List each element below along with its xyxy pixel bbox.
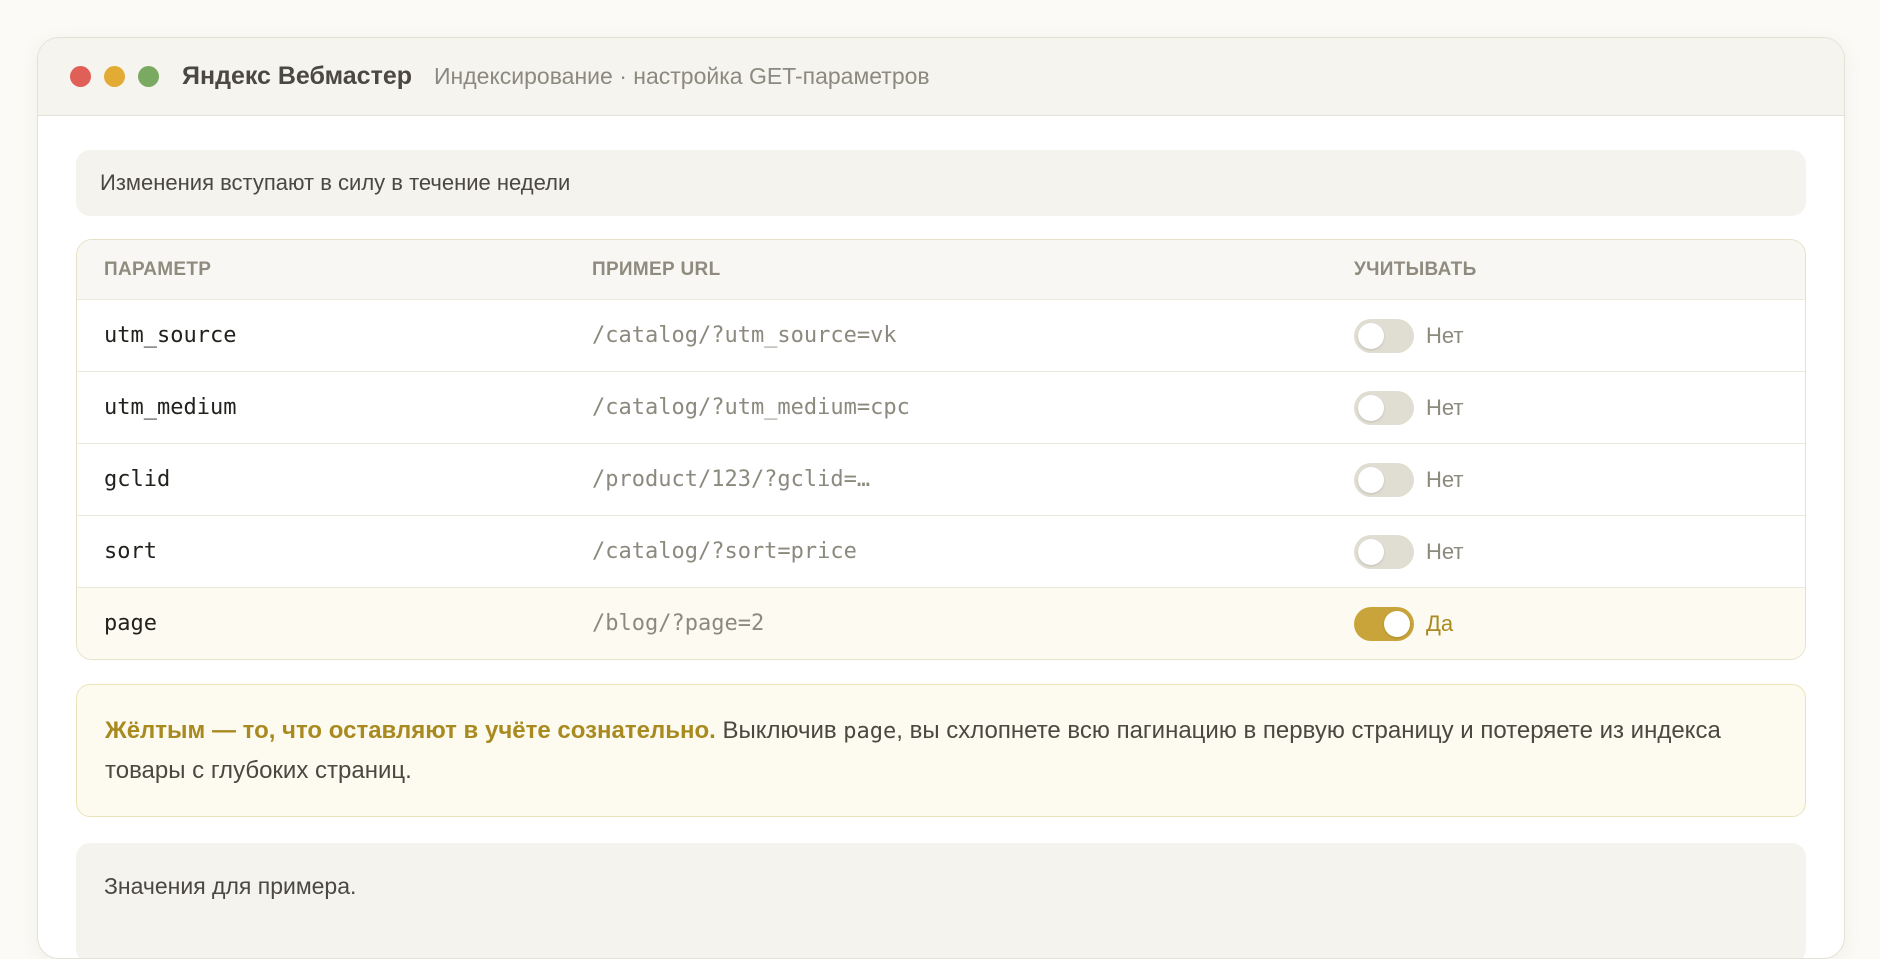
parameters-table: Параметр Пример URL Учитывать utm_source… bbox=[76, 239, 1806, 660]
table-row: utm_source /catalog/?utm_source=vk Нет bbox=[77, 299, 1805, 371]
toggle-knob bbox=[1358, 538, 1384, 565]
table-header: Параметр Пример URL Учитывать bbox=[77, 240, 1805, 299]
consider-toggle[interactable] bbox=[1354, 534, 1414, 569]
consider-toggle[interactable] bbox=[1354, 606, 1414, 641]
footer-note: Значения для примера. bbox=[76, 843, 1806, 958]
toggle-state-label: Нет bbox=[1426, 322, 1464, 348]
toggle-state-label: Да bbox=[1426, 610, 1454, 636]
param-name: utm_source bbox=[104, 323, 237, 348]
callout-strong: Жёлтым — то, что оставляют в учёте созна… bbox=[105, 717, 716, 744]
toggle-knob bbox=[1384, 610, 1410, 637]
main-content: Изменения вступают в силу в течение неде… bbox=[38, 116, 1844, 958]
breadcrumb: Индексирование · настройка GET-параметро… bbox=[434, 63, 930, 89]
callout-text-before: Выключив bbox=[715, 717, 844, 744]
toggle-knob bbox=[1358, 394, 1384, 421]
toggle-state-label: Нет bbox=[1426, 466, 1464, 492]
example-url: /product/123/?gclid=… bbox=[592, 467, 871, 492]
consider-toggle[interactable] bbox=[1354, 390, 1414, 425]
table-row: sort /catalog/?sort=price Нет bbox=[77, 515, 1805, 587]
header-parameter: Параметр bbox=[104, 258, 212, 280]
callout-code: page bbox=[843, 719, 897, 744]
app-name: Яндекс Вебмастер bbox=[182, 62, 413, 90]
example-url: /catalog/?utm_source=vk bbox=[592, 323, 897, 348]
maximize-window-dot[interactable] bbox=[138, 66, 159, 87]
minimize-window-dot[interactable] bbox=[104, 66, 125, 87]
toggle-state-label: Нет bbox=[1426, 394, 1464, 420]
table-row: gclid /product/123/?gclid=… Нет bbox=[77, 443, 1805, 515]
example-url: /blog/?page=2 bbox=[592, 611, 765, 636]
table-row-highlighted: page /blog/?page=2 Да bbox=[77, 587, 1805, 659]
header-example-url: Пример URL bbox=[592, 258, 721, 280]
example-url: /catalog/?sort=price bbox=[592, 539, 857, 564]
table-row: utm_medium /catalog/?utm_medium=cpc Нет bbox=[77, 371, 1805, 443]
title-bar: Яндекс Вебмастер Индексирование · настро… bbox=[38, 38, 1844, 116]
param-name: gclid bbox=[104, 467, 171, 492]
toggle-knob bbox=[1358, 322, 1384, 349]
example-url: /catalog/?utm_medium=cpc bbox=[592, 395, 910, 420]
consider-toggle[interactable] bbox=[1354, 462, 1414, 497]
toggle-knob bbox=[1358, 466, 1384, 493]
consider-toggle[interactable] bbox=[1354, 318, 1414, 353]
info-notice: Изменения вступают в силу в течение неде… bbox=[76, 150, 1806, 216]
param-name: page bbox=[104, 611, 157, 636]
header-consider: Учитывать bbox=[1354, 258, 1477, 280]
browser-window: Яндекс Вебмастер Индексирование · настро… bbox=[37, 37, 1845, 959]
hint-callout: Жёлтым — то, что оставляют в учёте созна… bbox=[76, 684, 1806, 817]
toggle-state-label: Нет bbox=[1426, 538, 1464, 564]
close-window-dot[interactable] bbox=[70, 66, 91, 87]
param-name: utm_medium bbox=[104, 395, 237, 420]
param-name: sort bbox=[104, 539, 157, 564]
